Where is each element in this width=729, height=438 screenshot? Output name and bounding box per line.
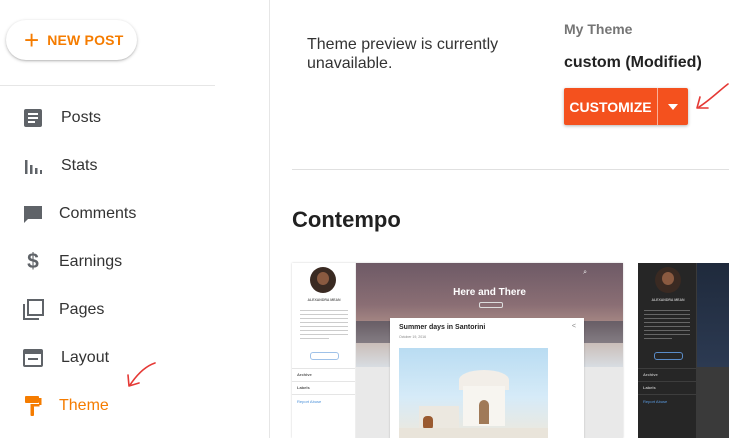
customize-button-group: CUSTOMIZE xyxy=(564,88,688,125)
sidebar-item-stats[interactable]: Stats xyxy=(0,144,260,188)
theme-preview-message: Theme preview is currently unavailable. xyxy=(307,36,499,72)
customize-button[interactable]: CUSTOMIZE xyxy=(564,88,657,125)
theme-thumbnail-contempo-light[interactable]: ALEXANDRA MEAN Archive Labels Report Abu… xyxy=(292,263,623,438)
thumbnail-profile-column: ALEXANDRA MEAN Archive Labels Report Abu… xyxy=(638,263,697,438)
pages-icon xyxy=(21,298,45,322)
share-icon: < xyxy=(571,323,576,330)
header-image xyxy=(697,263,729,367)
sidebar-item-label: Pages xyxy=(59,301,105,318)
theme-icon xyxy=(21,394,45,418)
customize-dropdown-button[interactable] xyxy=(658,88,688,125)
sidebar-item-label: Comments xyxy=(59,205,137,222)
sidebar-item-label: Stats xyxy=(61,157,98,174)
menu-labels: Labels xyxy=(297,385,310,390)
sidebar-item-label: Layout xyxy=(61,349,110,366)
sidebar-item-comments[interactable]: Comments xyxy=(0,192,260,236)
menu-report-abuse: Report Abuse xyxy=(297,399,322,404)
my-theme-label: My Theme xyxy=(564,21,633,37)
profile-text-lines xyxy=(644,307,690,342)
post-card: Summer days in Santorini October 19, 201… xyxy=(390,318,584,438)
earnings-icon: $ xyxy=(27,250,39,273)
layout-icon xyxy=(21,346,45,370)
menu-labels: Labels xyxy=(643,385,656,390)
plus-icon: + xyxy=(24,25,40,55)
sidebar-item-posts[interactable]: Posts xyxy=(0,96,260,140)
blog-subtitle-pill xyxy=(479,302,503,308)
comments-icon xyxy=(21,202,45,226)
sidebar-item-label: Posts xyxy=(61,109,102,126)
main-content: Theme preview is currently unavailable. … xyxy=(270,0,729,438)
thumbnail-profile-column: ALEXANDRA MEAN Archive Labels Report Abu… xyxy=(292,263,356,438)
theme-section-title: Contempo xyxy=(292,207,401,232)
visit-profile-pill xyxy=(654,352,683,360)
post-date: October 19, 2016 xyxy=(399,335,427,339)
profile-name: ALEXANDRA MEAN xyxy=(307,298,341,302)
menu-archive: Archive xyxy=(297,372,312,377)
menu-report-abuse: Report Abuse xyxy=(643,399,668,404)
sidebar-item-label: Theme xyxy=(59,397,109,414)
profile-name: ALEXANDRA MEAN xyxy=(651,298,685,302)
blog-title: Here and There xyxy=(453,287,526,298)
profile-text-lines xyxy=(300,307,348,342)
caret-down-icon xyxy=(668,103,678,110)
sidebar-divider xyxy=(0,85,215,86)
sidebar-item-pages[interactable]: Pages xyxy=(0,288,260,332)
new-post-label: NEW POST xyxy=(47,32,124,48)
sidebar: + NEW POST Posts Stats Comments $ Earnin… xyxy=(0,0,270,438)
visit-profile-pill xyxy=(310,352,339,360)
new-post-button[interactable]: + NEW POST xyxy=(6,20,137,60)
avatar xyxy=(310,267,336,293)
sidebar-item-earnings[interactable]: $ Earnings xyxy=(0,240,260,284)
stats-icon xyxy=(21,154,45,178)
sidebar-item-label: Earnings xyxy=(59,253,123,270)
post-title: Summer days in Santorini xyxy=(399,324,486,331)
annotation-arrow-icon xyxy=(127,362,156,387)
theme-thumbnail-contempo-dark[interactable]: ALEXANDRA MEAN Archive Labels Report Abu… xyxy=(638,263,729,438)
posts-icon xyxy=(21,106,45,130)
post-image xyxy=(399,348,548,438)
search-icon: ⌕ xyxy=(583,269,587,276)
avatar xyxy=(655,267,681,293)
current-theme-name: custom (Modified) xyxy=(564,54,702,71)
annotation-arrow-icon xyxy=(696,83,729,109)
menu-archive: Archive xyxy=(643,372,658,377)
section-divider xyxy=(292,169,729,170)
